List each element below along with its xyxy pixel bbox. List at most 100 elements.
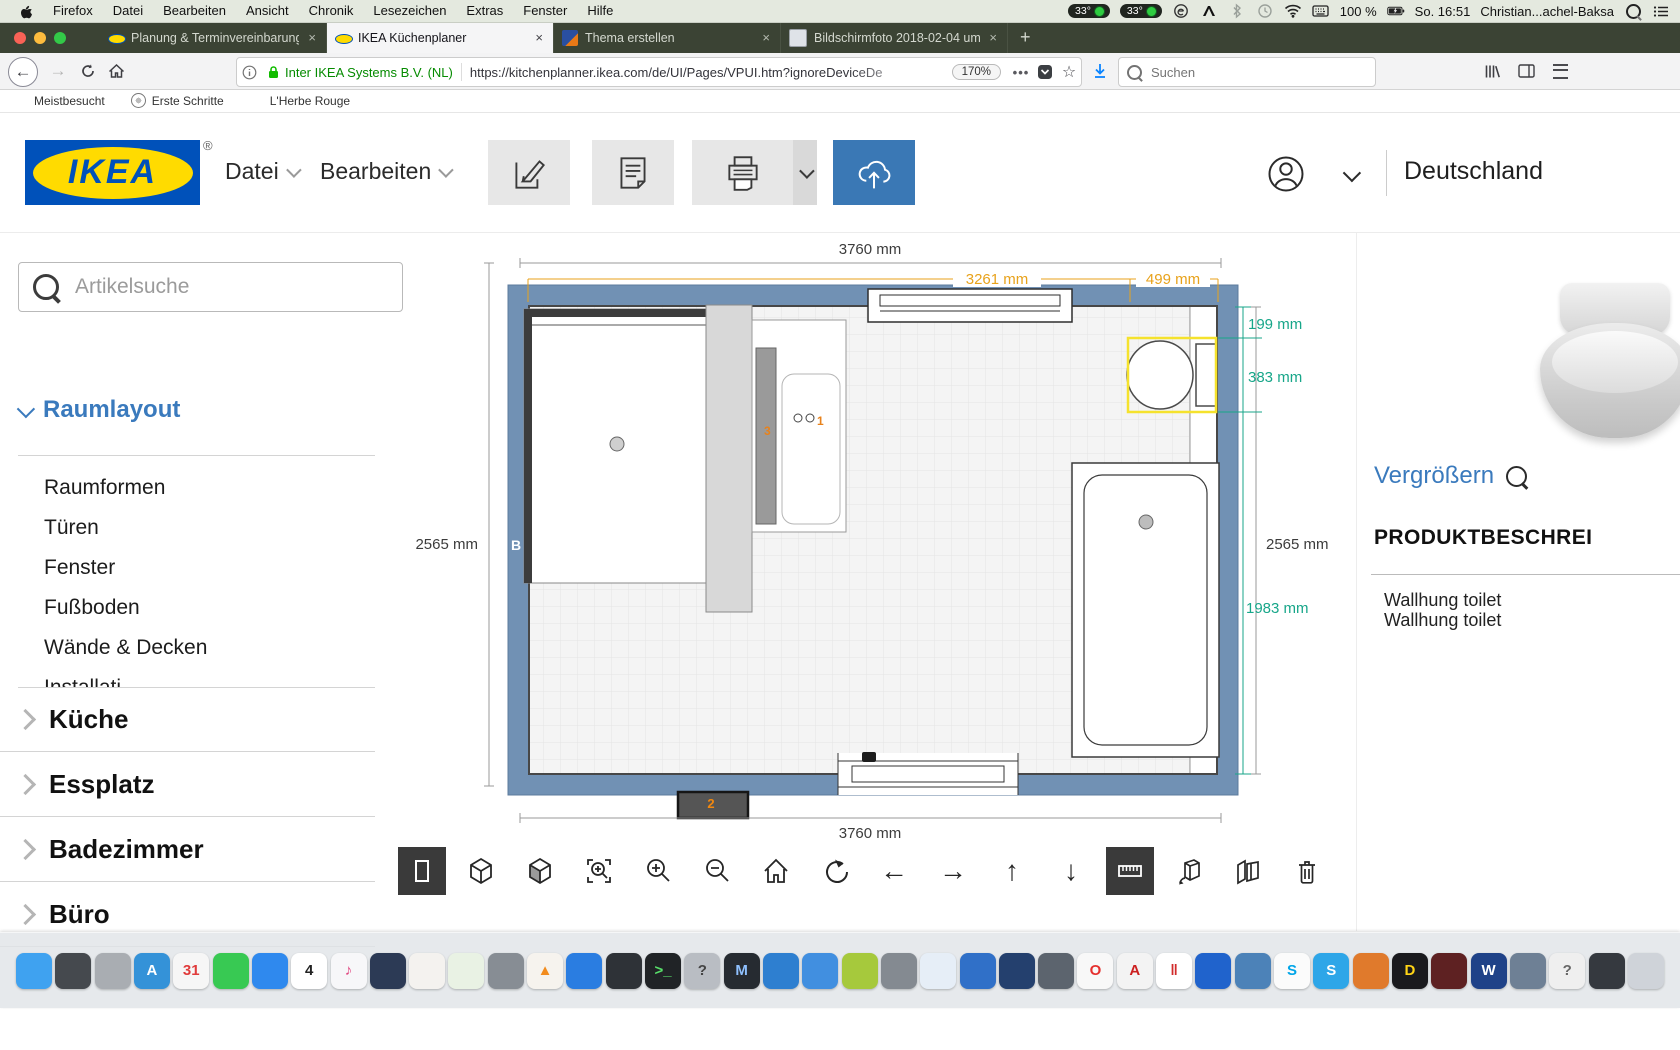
- door[interactable]: [838, 752, 1018, 795]
- battery-icon[interactable]: [1387, 2, 1405, 20]
- dock-app-icon[interactable]: [606, 953, 642, 989]
- dock-app-icon[interactable]: [488, 953, 524, 989]
- time-machine-icon[interactable]: [1256, 2, 1274, 20]
- browser-search-bar[interactable]: [1118, 57, 1376, 87]
- dock-app-icon[interactable]: [881, 953, 917, 989]
- pan-up-button[interactable]: ↑: [988, 847, 1036, 895]
- dock-app-icon[interactable]: [448, 953, 484, 989]
- menubar-item[interactable]: Chronik: [299, 0, 364, 22]
- bluetooth-icon[interactable]: [1228, 2, 1246, 20]
- new-tab-button[interactable]: +: [1008, 22, 1043, 53]
- ikea-logo[interactable]: IKEA: [25, 140, 200, 205]
- view-3d-shaded-button[interactable]: [516, 847, 564, 895]
- edit-plan-button[interactable]: [488, 140, 570, 205]
- dock-app-icon[interactable]: [802, 953, 838, 989]
- dock-app-icon[interactable]: [95, 953, 131, 989]
- article-search-input[interactable]: [73, 274, 388, 300]
- sidebar-nav-item[interactable]: Fußboden: [44, 588, 374, 628]
- pan-right-button[interactable]: →: [929, 847, 977, 895]
- dock-app-icon[interactable]: W: [1471, 953, 1507, 989]
- pocket-icon[interactable]: [1033, 60, 1057, 84]
- dock-app-icon[interactable]: [55, 953, 91, 989]
- pan-down-button[interactable]: ↓: [1047, 847, 1095, 895]
- elevation-button[interactable]: [1165, 847, 1213, 895]
- dock-app-icon[interactable]: [842, 953, 878, 989]
- account-dropdown[interactable]: [1344, 168, 1357, 186]
- browser-tab[interactable]: Planung & Terminvereinbarung ×: [100, 22, 327, 53]
- notes-button[interactable]: [592, 140, 674, 205]
- dock-app-icon[interactable]: [1353, 953, 1389, 989]
- menubar-item[interactable]: Extras: [456, 0, 513, 22]
- dock-app-icon[interactable]: [1431, 953, 1467, 989]
- wifi-icon[interactable]: [1284, 2, 1302, 20]
- dock-app-icon[interactable]: [960, 953, 996, 989]
- tab-close-icon[interactable]: ×: [760, 30, 772, 45]
- bookmark-star-icon[interactable]: ☆: [1057, 60, 1081, 84]
- zoom-in-button[interactable]: [634, 847, 682, 895]
- sidebar-nav-item[interactable]: Türen: [44, 508, 374, 548]
- dock-app-icon[interactable]: [1628, 953, 1664, 989]
- apple-menu-icon[interactable]: [10, 4, 43, 19]
- menubar-item[interactable]: Datei: [103, 0, 153, 22]
- pan-left-button[interactable]: ←: [870, 847, 918, 895]
- tab-close-icon[interactable]: ×: [306, 30, 318, 45]
- print-button[interactable]: [692, 140, 793, 205]
- ssl-lock-icon[interactable]: [261, 60, 285, 84]
- notification-center-icon[interactable]: [1652, 2, 1670, 20]
- browser-tab[interactable]: IKEA Küchenplaner ×: [327, 22, 554, 53]
- sidebar-section-row[interactable]: Essplatz: [0, 752, 375, 817]
- back-button[interactable]: ←: [8, 57, 38, 87]
- print-dropdown-button[interactable]: [793, 140, 817, 205]
- washbasin-cabinet[interactable]: 3 1: [752, 320, 846, 532]
- dock-app-icon[interactable]: [999, 953, 1035, 989]
- sidebar-toggle-button[interactable]: [1512, 57, 1540, 85]
- forward-button[interactable]: →: [44, 57, 72, 85]
- dock-app-icon[interactable]: M: [724, 953, 760, 989]
- dock-app-icon[interactable]: A: [1117, 953, 1153, 989]
- file-menu[interactable]: Datei: [225, 158, 298, 185]
- downloads-button[interactable]: [1086, 57, 1114, 85]
- bookmark-item[interactable]: Meistbesucht: [14, 94, 105, 108]
- radiator[interactable]: 2: [678, 792, 748, 818]
- home-view-button[interactable]: [752, 847, 800, 895]
- menubar-item[interactable]: Firefox: [43, 0, 103, 22]
- tab-close-icon[interactable]: ×: [533, 30, 545, 45]
- reload-button[interactable]: [74, 57, 102, 85]
- bookmark-item[interactable]: Erste Schritte: [131, 93, 224, 108]
- menubar-user[interactable]: Christian...achel-Baksa: [1480, 4, 1614, 19]
- menubar-item[interactable]: Hilfe: [577, 0, 623, 22]
- toilet-selected[interactable]: [1127, 338, 1216, 412]
- partition-wall[interactable]: [706, 305, 752, 612]
- dock-app-icon[interactable]: S: [1274, 953, 1310, 989]
- dock-app-icon[interactable]: 4: [291, 953, 327, 989]
- sidebar-nav-item[interactable]: Fenster: [44, 548, 374, 588]
- browser-tab[interactable]: Bildschirmfoto 2018-02-04 um ×: [781, 22, 1008, 53]
- rotate-view-button[interactable]: [811, 847, 859, 895]
- dock-app-icon[interactable]: ▲: [527, 953, 563, 989]
- dock-app-icon[interactable]: 31: [173, 953, 209, 989]
- temperature-badge[interactable]: 33°: [1068, 4, 1110, 18]
- dock-app-icon[interactable]: [1589, 953, 1625, 989]
- walls-view-button[interactable]: [1224, 847, 1272, 895]
- library-button[interactable]: [1478, 57, 1506, 85]
- dock-app-icon[interactable]: O: [1077, 953, 1113, 989]
- url-bar[interactable]: Inter IKEA Systems B.V. (NL) https://kit…: [236, 57, 1082, 87]
- account-button[interactable]: [1264, 152, 1308, 196]
- spotlight-search-icon[interactable]: [1624, 2, 1642, 20]
- zoom-window-button[interactable]: [54, 32, 66, 44]
- sidebar-nav-item[interactable]: Raumformen: [44, 468, 374, 508]
- page-info-icon[interactable]: [237, 60, 261, 84]
- edit-menu[interactable]: Bearbeiten: [320, 158, 450, 185]
- home-button[interactable]: [102, 57, 130, 85]
- sidebar-section-row[interactable]: Badezimmer: [0, 817, 375, 882]
- dock-app-icon[interactable]: [213, 953, 249, 989]
- bathtub[interactable]: [1072, 463, 1219, 757]
- menubar-item[interactable]: Fenster: [513, 0, 577, 22]
- dock-app-icon[interactable]: [409, 953, 445, 989]
- enlarge-link[interactable]: Vergrößern: [1374, 462, 1527, 490]
- dock-app-icon[interactable]: S: [1313, 953, 1349, 989]
- dock-app-icon[interactable]: [1038, 953, 1074, 989]
- temperature-badge-2[interactable]: 33°: [1120, 4, 1162, 18]
- product-image[interactable]: [1505, 283, 1680, 451]
- sidebar-nav-item[interactable]: Installati: [44, 668, 374, 687]
